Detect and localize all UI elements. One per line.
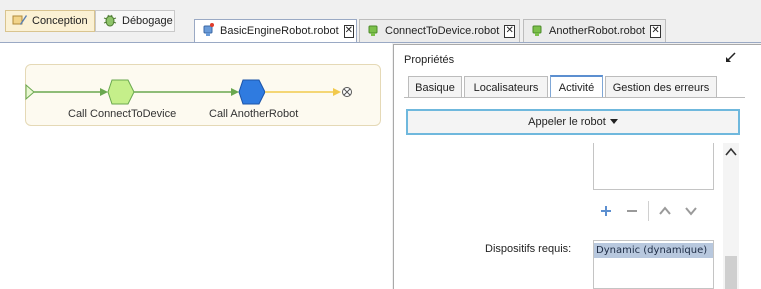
editor-tab-label: ConnectToDevice.robot bbox=[385, 25, 500, 37]
tab-basique[interactable]: Basique bbox=[408, 76, 462, 98]
mode-tab-label: Débogage bbox=[122, 15, 173, 27]
tab-label: Localisateurs bbox=[473, 81, 539, 94]
tab-divider bbox=[404, 97, 745, 98]
step-label: Call AnotherRobot bbox=[209, 108, 299, 120]
bug-icon bbox=[102, 13, 118, 30]
properties-title: Propriétés bbox=[404, 54, 455, 66]
close-icon[interactable]: ✕ bbox=[343, 24, 355, 38]
mode-tab-debogage[interactable]: Débogage bbox=[95, 10, 175, 32]
move-up-icon[interactable] bbox=[652, 199, 678, 223]
required-devices-label: Dispositifs requis: bbox=[485, 243, 572, 255]
robot-icon bbox=[366, 23, 380, 40]
chevron-down-icon bbox=[609, 116, 618, 128]
remove-icon[interactable] bbox=[619, 199, 645, 223]
step-label: Call ConnectToDevice bbox=[68, 108, 177, 120]
editor-tab-label: BasicEngineRobot.robot bbox=[220, 25, 339, 37]
chevron-up-icon[interactable] bbox=[724, 146, 738, 161]
minimize-icon[interactable] bbox=[723, 51, 737, 68]
close-icon[interactable]: ✕ bbox=[650, 24, 661, 38]
editor-tab-basicenginerobot[interactable]: BasicEngineRobot.robot ✕ bbox=[194, 19, 357, 42]
arrow-head bbox=[100, 88, 108, 96]
start-node[interactable] bbox=[25, 83, 35, 101]
tab-gestion-erreurs[interactable]: Gestion des erreurs bbox=[605, 76, 717, 98]
tab-activite[interactable]: Activité bbox=[550, 75, 603, 98]
pencil-ruler-icon bbox=[12, 13, 28, 30]
robot-params-list[interactable] bbox=[593, 143, 714, 190]
tab-localisateurs[interactable]: Localisateurs bbox=[464, 76, 548, 98]
arrow-head bbox=[333, 88, 341, 96]
call-connecttodevice-node[interactable] bbox=[107, 79, 135, 105]
call-anotherrobot-node[interactable] bbox=[238, 79, 266, 105]
tab-label: Basique bbox=[415, 81, 455, 94]
mode-tab-label: Conception bbox=[32, 15, 88, 27]
call-robot-button[interactable]: Appeler le robot bbox=[406, 109, 740, 135]
list-toolbar bbox=[593, 198, 714, 224]
editor-tab-anotherrobot[interactable]: AnotherRobot.robot ✕ bbox=[523, 19, 666, 42]
close-icon[interactable]: ✕ bbox=[504, 24, 515, 38]
editor-tab-connecttodevice[interactable]: ConnectToDevice.robot ✕ bbox=[359, 19, 520, 42]
required-devices-list[interactable]: Dynamic (dynamique) bbox=[593, 240, 714, 289]
robot-icon bbox=[201, 22, 215, 40]
robot-icon bbox=[530, 23, 544, 40]
add-icon[interactable] bbox=[593, 199, 619, 223]
divider bbox=[648, 201, 649, 221]
editor-tab-label: AnotherRobot.robot bbox=[549, 25, 646, 37]
tab-label: Activité bbox=[558, 81, 595, 94]
scrollbar-thumb[interactable] bbox=[725, 256, 737, 289]
arrow-head bbox=[231, 88, 239, 96]
mode-tab-conception[interactable]: Conception bbox=[5, 10, 95, 32]
move-down-icon[interactable] bbox=[678, 199, 704, 223]
tab-label: Gestion des erreurs bbox=[612, 81, 710, 94]
list-item[interactable]: Dynamic (dynamique) bbox=[594, 243, 713, 258]
call-robot-label: Appeler le robot bbox=[528, 116, 606, 128]
